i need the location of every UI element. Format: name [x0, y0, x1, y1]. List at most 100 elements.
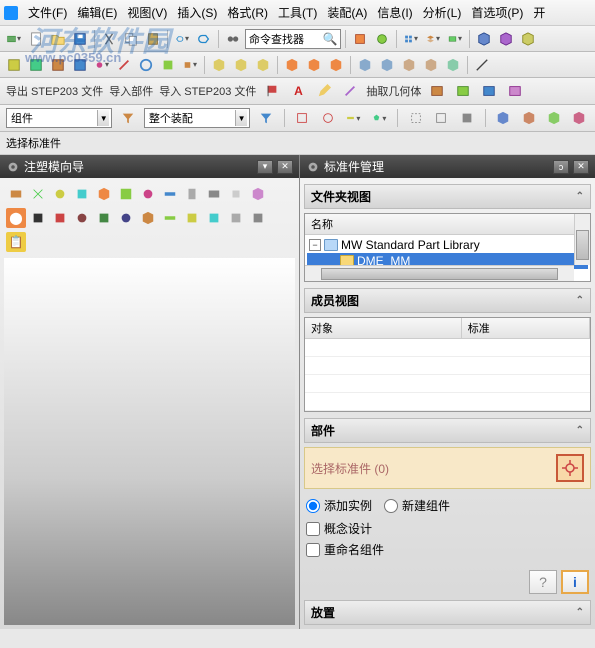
tree-hscroll[interactable] — [305, 265, 574, 281]
open-icon[interactable] — [48, 29, 68, 49]
mw-11-icon[interactable] — [226, 184, 246, 204]
radio-new-component[interactable]: 新建组件 — [384, 497, 450, 514]
right-panel-close[interactable]: ✕ — [573, 160, 589, 174]
t2-5-icon[interactable] — [92, 55, 112, 75]
mw-1-icon[interactable] — [6, 184, 26, 204]
start-button[interactable] — [4, 29, 24, 49]
sel4-icon[interactable] — [369, 108, 389, 128]
tree-root[interactable]: − MW Standard Part Library — [307, 237, 588, 253]
sel2-icon[interactable] — [318, 108, 337, 128]
mold-3-icon[interactable] — [399, 55, 419, 75]
t2-3-icon[interactable] — [48, 55, 68, 75]
mw-4-icon[interactable] — [72, 184, 92, 204]
t2-1-icon[interactable] — [4, 55, 24, 75]
radio-add-instance[interactable]: 添加实例 — [306, 497, 372, 514]
import-step-button[interactable]: 导入 STEP203 文件 — [159, 83, 256, 99]
mw-10-icon[interactable] — [204, 184, 224, 204]
info-button[interactable]: i — [561, 570, 589, 594]
menu-tools[interactable]: 工具(T) — [274, 2, 321, 23]
command-finder[interactable]: 🔍 — [245, 29, 341, 49]
mw-b5-icon[interactable] — [94, 208, 114, 228]
mw-b9-icon[interactable] — [182, 208, 202, 228]
layers-icon[interactable] — [423, 29, 443, 49]
box-yellow2-icon[interactable] — [231, 55, 251, 75]
menu-file[interactable]: 文件(F) — [24, 2, 71, 23]
book1-icon[interactable] — [427, 81, 447, 101]
help-button[interactable]: ? — [529, 570, 557, 594]
table-row[interactable] — [305, 393, 590, 411]
box-yellow3-icon[interactable] — [253, 55, 273, 75]
filter1-icon[interactable] — [118, 108, 137, 128]
t2-9-icon[interactable] — [180, 55, 200, 75]
left-panel-close[interactable]: ✕ — [277, 160, 293, 174]
command-finder-input[interactable] — [246, 33, 320, 45]
t2-6-icon[interactable] — [114, 55, 134, 75]
cube-purple-icon[interactable] — [496, 29, 516, 49]
grid-icon[interactable] — [401, 29, 421, 49]
mw-b10-icon[interactable] — [204, 208, 224, 228]
mold-4-icon[interactable] — [421, 55, 441, 75]
box-c-icon[interactable] — [457, 108, 476, 128]
binoculars-icon[interactable] — [223, 29, 243, 49]
t2-2-icon[interactable] — [26, 55, 46, 75]
menu-dev[interactable]: 开 — [529, 2, 549, 23]
mw-b1-icon[interactable]: ⬤ — [6, 208, 26, 228]
menu-analyze[interactable]: 分析(L) — [419, 2, 466, 23]
menu-view[interactable]: 视图(V) — [123, 2, 171, 23]
menu-preferences[interactable]: 首选项(P) — [467, 2, 527, 23]
mw-8-icon[interactable] — [160, 184, 180, 204]
collapse-icon[interactable]: − — [309, 239, 321, 251]
search-icon[interactable]: 🔍 — [320, 29, 340, 49]
mold-2-icon[interactable] — [377, 55, 397, 75]
cube4-icon[interactable] — [570, 108, 589, 128]
mold-5-icon[interactable] — [443, 55, 463, 75]
pencil-icon[interactable] — [314, 81, 334, 101]
cube3-icon[interactable] — [544, 108, 563, 128]
filter2-icon[interactable] — [256, 108, 275, 128]
menu-insert[interactable]: 插入(S) — [173, 2, 221, 23]
mw-b4-icon[interactable] — [72, 208, 92, 228]
table-row[interactable] — [305, 339, 590, 357]
mw-b12-icon[interactable] — [248, 208, 268, 228]
box-orange2-icon[interactable] — [304, 55, 324, 75]
check-concept-design[interactable]: 概念设计 — [306, 520, 589, 537]
cube-blue-icon[interactable] — [474, 29, 494, 49]
save-icon[interactable] — [70, 29, 90, 49]
book2-icon[interactable] — [453, 81, 473, 101]
cube1-icon[interactable] — [494, 108, 513, 128]
cube-yellow-icon[interactable] — [518, 29, 538, 49]
cut-icon[interactable] — [99, 29, 119, 49]
target-icon[interactable] — [556, 454, 584, 482]
book3-icon[interactable] — [479, 81, 499, 101]
t2-8-icon[interactable] — [158, 55, 178, 75]
mw-b6-icon[interactable] — [116, 208, 136, 228]
box-orange1-icon[interactable] — [282, 55, 302, 75]
export-step-button[interactable]: 导出 STEP203 文件 — [6, 83, 103, 99]
mold-1-icon[interactable] — [355, 55, 375, 75]
menu-edit[interactable]: 编辑(E) — [73, 2, 121, 23]
tree-vscroll[interactable] — [574, 214, 590, 265]
table-row[interactable] — [305, 375, 590, 393]
component-combo[interactable]: ▼ — [6, 108, 112, 128]
check-rename-component[interactable]: 重命名组件 — [306, 541, 589, 558]
box-orange3-icon[interactable] — [326, 55, 346, 75]
sel3-icon[interactable] — [343, 108, 363, 128]
col-standard[interactable]: 标准 — [462, 318, 590, 338]
parts-header[interactable]: 部件⌃ — [304, 418, 591, 443]
mw-3-icon[interactable] — [50, 184, 70, 204]
right-panel-settings[interactable]: ↄ — [553, 160, 569, 174]
mw-b2-icon[interactable] — [28, 208, 48, 228]
mw-b7-icon[interactable] — [138, 208, 158, 228]
copy-icon[interactable] — [121, 29, 141, 49]
mw-2-icon[interactable] — [28, 184, 48, 204]
new-icon[interactable] — [26, 29, 46, 49]
t2-7-icon[interactable] — [136, 55, 156, 75]
mw-b8-icon[interactable] — [160, 208, 180, 228]
mw-6-icon[interactable] — [116, 184, 136, 204]
col-object[interactable]: 对象 — [305, 318, 462, 338]
menu-assembly[interactable]: 装配(A) — [323, 2, 371, 23]
book4-icon[interactable] — [505, 81, 525, 101]
text-a-icon[interactable]: A — [288, 81, 308, 101]
folder-view-header[interactable]: 文件夹视图⌃ — [304, 184, 591, 209]
mw-b11-icon[interactable] — [226, 208, 246, 228]
